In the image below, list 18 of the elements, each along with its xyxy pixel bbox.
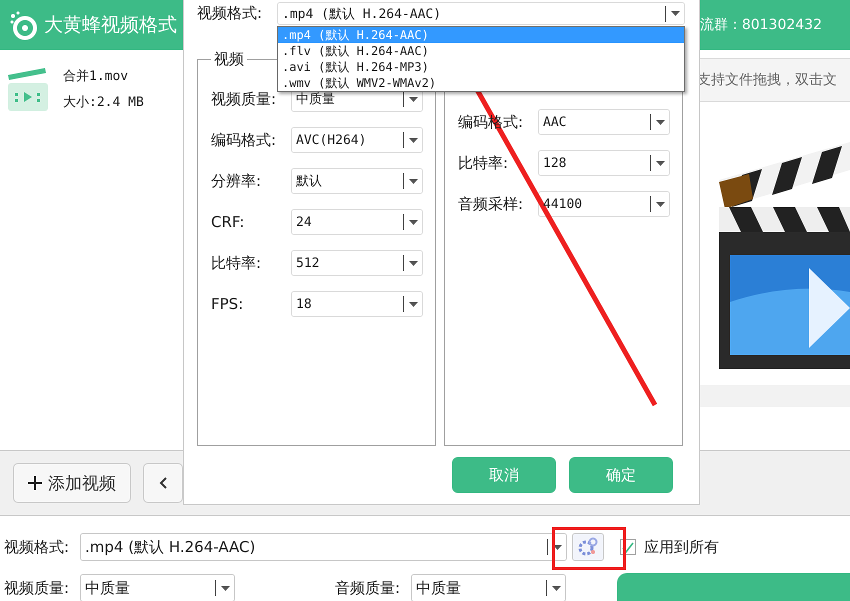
checkbox-label: 应用到所有 [644, 538, 719, 556]
field-label: 视频质量: [4, 578, 70, 598]
file-name: 合并1.mov [63, 68, 130, 85]
field-label: 分辨率: [211, 172, 262, 190]
field-label: FPS: [211, 295, 244, 313]
field-label: 视频格式: [4, 538, 70, 556]
group-title: 视频 [213, 50, 245, 69]
app-title: 大黄蜂视频格式 [44, 13, 177, 38]
group-info: 流群：801302432 [700, 16, 822, 34]
field-label: 音频采样: [458, 194, 524, 214]
field-label: CRF: [211, 213, 246, 231]
file-size: 大小:2.4 MB [63, 94, 144, 111]
field-label: 比特率: [211, 254, 262, 272]
field-label: 视频格式: [197, 4, 264, 23]
field-label: 比特率: [458, 154, 510, 172]
field-label: 视频质量: [211, 90, 278, 108]
field-label: 编码格式: [211, 130, 278, 150]
field-label: 音频质量: [335, 578, 402, 598]
